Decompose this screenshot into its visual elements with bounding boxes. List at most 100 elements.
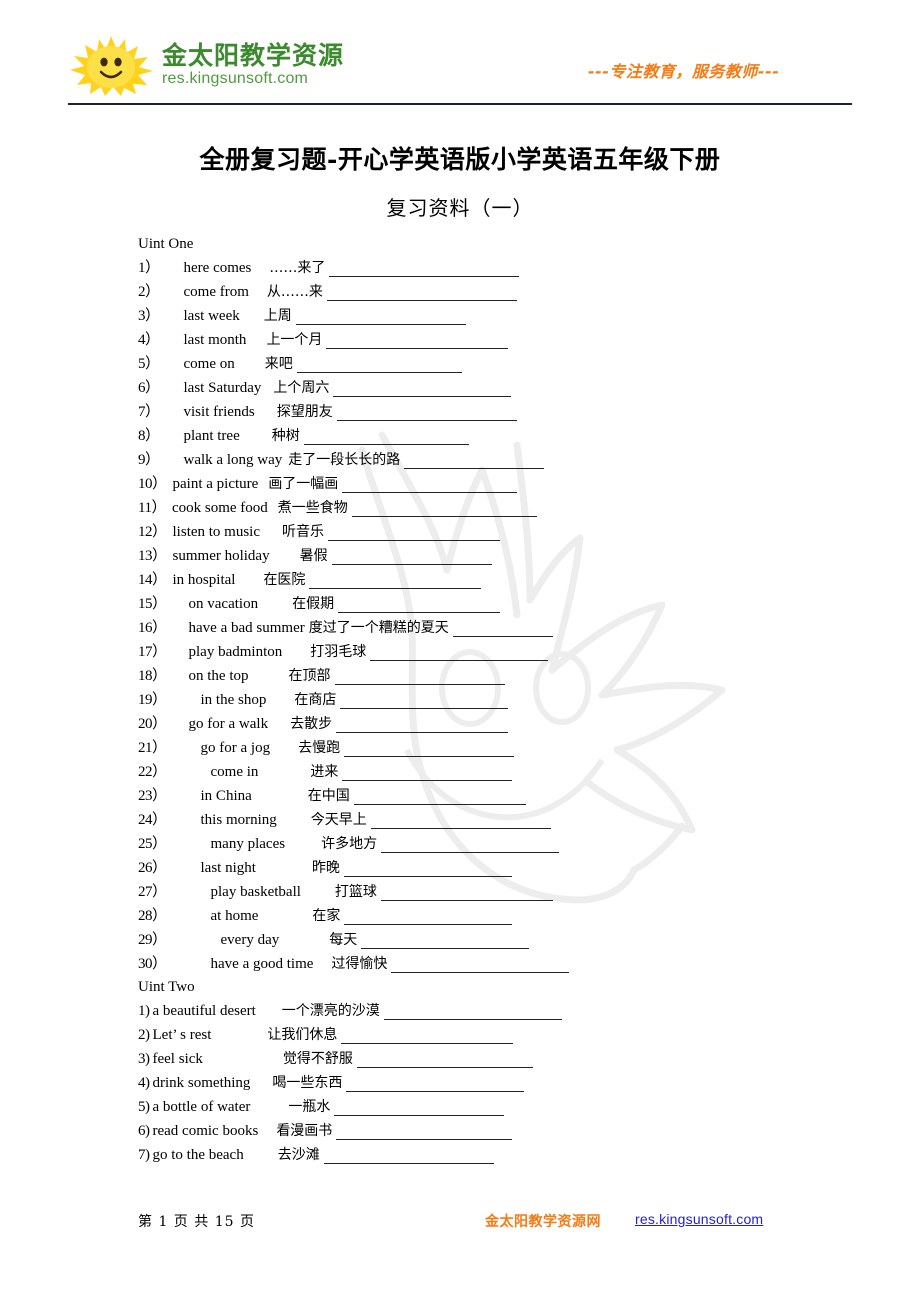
item-number: 25） xyxy=(138,836,167,852)
english-phrase: last week xyxy=(183,308,240,324)
chinese-translation: 上周 xyxy=(263,308,292,324)
english-phrase: Let’ s rest xyxy=(152,1027,212,1043)
document-page: 金太阳教学资源 res.kingsunsoft.com ---专注教育，服务教师… xyxy=(0,0,920,1302)
item-number: 12） xyxy=(138,524,167,540)
answer-blank[interactable] xyxy=(295,309,466,325)
english-phrase: in the shop xyxy=(200,692,267,708)
answer-blank[interactable] xyxy=(309,573,482,589)
answer-blank[interactable] xyxy=(356,1052,533,1068)
chinese-translation: ……来了 xyxy=(269,260,326,276)
exercise-row: 4） last month 上一个月 xyxy=(138,328,838,352)
answer-blank[interactable] xyxy=(323,1148,494,1164)
answer-blank[interactable] xyxy=(326,333,509,349)
exercise-row: 3） last week 上周 xyxy=(138,304,838,328)
item-number: 15） xyxy=(138,596,167,612)
answer-blank[interactable] xyxy=(342,477,518,493)
answer-blank[interactable] xyxy=(351,501,537,517)
item-number: 10） xyxy=(138,476,167,492)
answer-blank[interactable] xyxy=(326,285,517,301)
answer-blank[interactable] xyxy=(336,1124,513,1140)
answer-blank[interactable] xyxy=(336,405,517,421)
item-number: 7) xyxy=(138,1147,150,1163)
exercise-row: 15） on vacation 在假期 xyxy=(138,592,838,616)
unit-heading: Uint Two xyxy=(138,979,195,995)
answer-blank[interactable] xyxy=(361,933,530,949)
exercise-row: 18） on the top 在顶部 xyxy=(138,664,838,688)
answer-blank[interactable] xyxy=(383,1004,562,1020)
item-number: 2) xyxy=(138,1027,150,1043)
item-number: 6） xyxy=(138,380,160,396)
brand-logo-block: 金太阳教学资源 res.kingsunsoft.com xyxy=(68,34,344,96)
item-number: 16） xyxy=(138,620,167,636)
english-phrase: on the top xyxy=(188,668,249,684)
item-number: 24） xyxy=(138,812,167,828)
item-number: 30） xyxy=(138,956,167,972)
footer-link[interactable]: res.kingsunsoft.com xyxy=(635,1211,763,1227)
english-phrase: summer holiday xyxy=(172,548,270,564)
english-phrase: last month xyxy=(183,332,247,348)
english-phrase: this morning xyxy=(200,812,277,828)
english-phrase: read comic books xyxy=(152,1123,259,1139)
answer-blank[interactable] xyxy=(381,837,560,853)
exercise-row: 10） paint a picture 画了一幅画 xyxy=(138,472,838,496)
answer-blank[interactable] xyxy=(340,693,509,709)
answer-blank[interactable] xyxy=(328,525,501,541)
answer-blank[interactable] xyxy=(296,357,462,373)
answer-blank[interactable] xyxy=(329,261,520,277)
english-phrase: paint a picture xyxy=(172,476,259,492)
answer-blank[interactable] xyxy=(404,453,545,469)
chinese-translation: 觉得不舒服 xyxy=(282,1051,353,1067)
chinese-translation: 上个周六 xyxy=(273,380,330,396)
sun-smiley-logo-icon xyxy=(70,36,153,96)
chinese-translation: 每天 xyxy=(329,932,358,948)
answer-blank[interactable] xyxy=(334,669,505,685)
answer-blank[interactable] xyxy=(344,741,515,757)
answer-blank[interactable] xyxy=(452,621,553,637)
item-number: 18） xyxy=(138,668,167,684)
answer-blank[interactable] xyxy=(333,381,512,397)
english-phrase: come on xyxy=(183,356,235,372)
exercise-row: 17） play badminton 打羽毛球 xyxy=(138,640,838,664)
answer-blank[interactable] xyxy=(334,1100,505,1116)
exercise-row: 2) Let’ s rest 让我们休息 xyxy=(138,1023,838,1047)
answer-blank[interactable] xyxy=(344,909,513,925)
english-phrase: every day xyxy=(220,932,280,948)
chinese-translation: 煮一些食物 xyxy=(277,500,348,516)
item-number: 11） xyxy=(138,500,166,516)
answer-blank[interactable] xyxy=(341,1028,514,1044)
exercise-row: 7） visit friends 探望朋友 xyxy=(138,400,838,424)
english-phrase: last night xyxy=(200,860,256,876)
english-phrase: play basketball xyxy=(210,884,301,900)
english-phrase: come from xyxy=(183,284,249,300)
exercise-row: 27） play basketball 打篮球 xyxy=(138,880,838,904)
answer-blank[interactable] xyxy=(336,717,509,733)
item-number: 6) xyxy=(138,1123,150,1139)
answer-blank[interactable] xyxy=(343,861,512,877)
answer-blank[interactable] xyxy=(391,957,570,973)
answer-blank[interactable] xyxy=(346,1076,525,1092)
chinese-translation: 在顶部 xyxy=(288,668,331,684)
exercise-row: 3) feel sick 觉得不舒服 xyxy=(138,1047,838,1071)
exercise-row: 16） have a bad summer 度过了一个糟糕的夏天 xyxy=(138,616,838,640)
chinese-translation: 上一个月 xyxy=(266,332,323,348)
chinese-translation: 在商店 xyxy=(294,692,337,708)
chinese-translation: 进来 xyxy=(310,764,339,780)
answer-blank[interactable] xyxy=(331,549,492,565)
exercise-row: 5) a bottle of water 一瓶水 xyxy=(138,1095,838,1119)
item-number: 1） xyxy=(138,260,160,276)
english-phrase: in China xyxy=(200,788,252,804)
page-number: 第 1 页 共 15 页 xyxy=(138,1214,255,1230)
english-phrase: have a good time xyxy=(210,956,314,972)
answer-blank[interactable] xyxy=(353,789,526,805)
answer-blank[interactable] xyxy=(370,813,551,829)
chinese-translation: 让我们休息 xyxy=(267,1027,338,1043)
chinese-translation: 喝一些东西 xyxy=(272,1075,343,1091)
answer-blank[interactable] xyxy=(338,597,501,613)
item-number: 1) xyxy=(138,1003,150,1019)
answer-blank[interactable] xyxy=(380,885,553,901)
answer-blank[interactable] xyxy=(370,645,549,661)
english-phrase: last Saturday xyxy=(183,380,262,396)
answer-blank[interactable] xyxy=(303,429,469,445)
brand-text: 金太阳教学资源 res.kingsunsoft.com xyxy=(162,42,344,88)
answer-blank[interactable] xyxy=(342,765,513,781)
